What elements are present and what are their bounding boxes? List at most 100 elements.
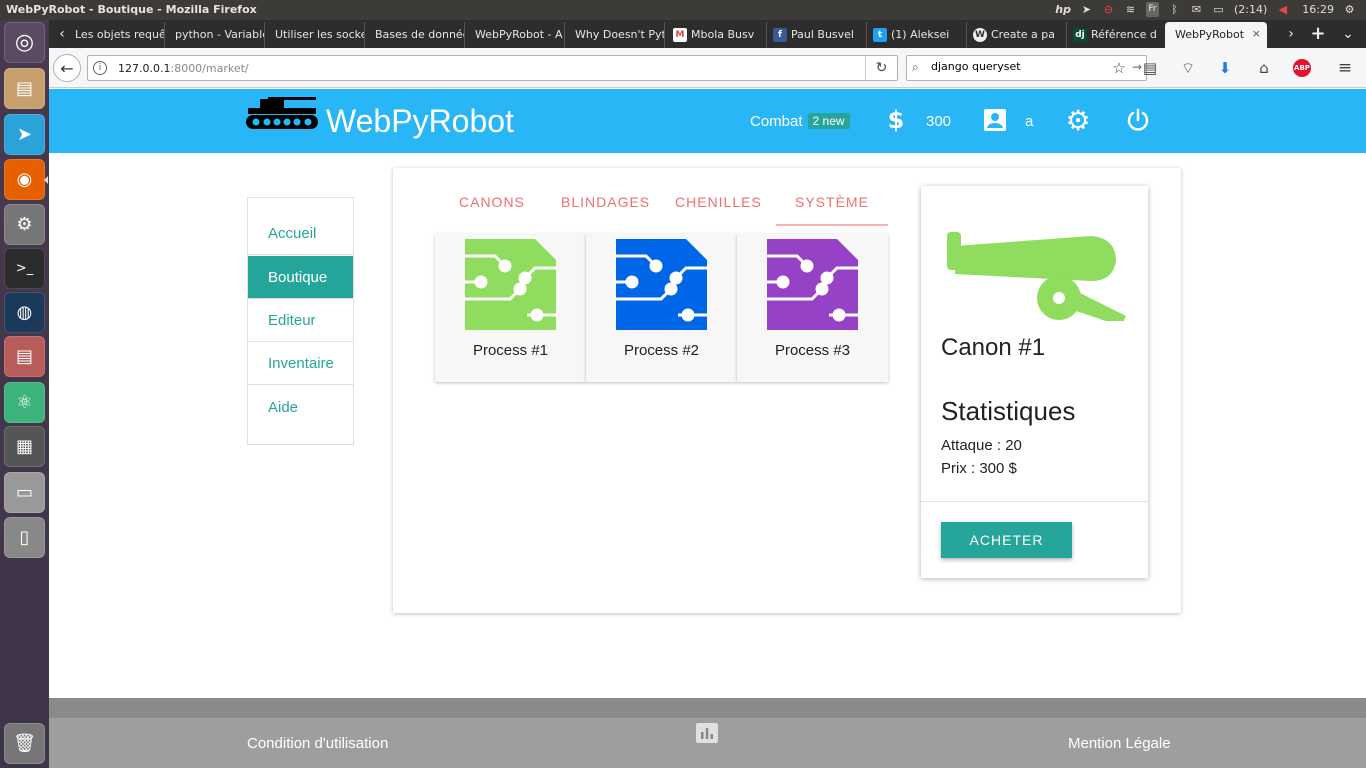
bar-chart-icon[interactable]: [696, 723, 718, 743]
browser-tab[interactable]: python - Variable: [165, 22, 265, 48]
cannon-icon: [947, 232, 1126, 321]
volume-icon[interactable]: ◀: [1276, 2, 1289, 17]
download-icon[interactable]: ⬇: [1215, 57, 1235, 79]
process-card[interactable]: Process #3: [737, 234, 888, 382]
clock[interactable]: 16:29: [1302, 2, 1334, 17]
browser-tab[interactable]: Why Doesn't Pyt: [565, 22, 665, 48]
sidebar-item-aide[interactable]: Aide: [248, 386, 353, 429]
process-card[interactable]: Process #2: [586, 234, 737, 382]
do-not-disturb-icon[interactable]: ⊖: [1102, 2, 1115, 17]
stat-price: Prix : 300 $: [941, 460, 1017, 477]
firefox-icon[interactable]: ◉: [4, 159, 45, 200]
buy-button[interactable]: Acheter: [941, 522, 1072, 558]
back-button[interactable]: ←: [53, 54, 81, 82]
sidebar-item-accueil[interactable]: Accueil: [248, 212, 353, 255]
keyboard-layout-indicator[interactable]: Fr: [1146, 2, 1159, 17]
process-label: Process #2: [623, 342, 700, 359]
chip-icon: [465, 239, 556, 330]
archive-manager-icon[interactable]: ▤: [4, 336, 45, 377]
terms-link[interactable]: Condition d'utilisation: [247, 735, 388, 752]
combat-link[interactable]: Combat 2 new: [750, 113, 850, 130]
combat-new-badge: 2 new: [807, 113, 850, 129]
stat-attack: Attaque : 20: [941, 437, 1022, 454]
bookmark-star-icon[interactable]: ☆: [1109, 57, 1129, 79]
search-input[interactable]: [931, 60, 1121, 73]
tab-blindages[interactable]: Blindages: [561, 194, 650, 210]
usb-drive-icon[interactable]: ▯: [4, 517, 45, 558]
battery-icon[interactable]: ▭: [1212, 2, 1225, 17]
terminal-icon[interactable]: >_: [4, 248, 45, 289]
legal-notice-link[interactable]: Mention Légale: [1068, 735, 1171, 752]
ubuntu-launcher: ◎ ▤ ➤ ◉ ⚙ >_ ◍ ▤ ⚛ ▦ ▭ ▯ 🗑: [0, 20, 49, 768]
trash-icon[interactable]: 🗑: [4, 723, 45, 764]
telegram-icon[interactable]: ➤: [1080, 2, 1093, 17]
browser-tab-active[interactable]: WebPyRobot ×: [1165, 22, 1267, 48]
site-info-icon[interactable]: i: [93, 61, 107, 75]
close-tab-icon[interactable]: ×: [1252, 27, 1261, 40]
steam-icon[interactable]: ◍: [4, 292, 45, 333]
workspace-switcher-icon[interactable]: ▦: [4, 426, 45, 467]
drive-icon[interactable]: ▭: [4, 472, 45, 513]
file-manager-icon[interactable]: ▤: [4, 68, 45, 109]
browser-tab[interactable]: WebPyRobot - A: [465, 22, 565, 48]
tab-label: Paul Busvel: [791, 28, 854, 41]
browser-tab[interactable]: W Create a pa: [967, 22, 1067, 48]
browser-tab[interactable]: Utiliser les socke: [265, 22, 365, 48]
site-header: WebPyRobot Combat 2 new $ 300 a ⚙: [49, 89, 1366, 153]
wifi-icon[interactable]: ≋: [1124, 2, 1137, 17]
tab-scroll-right-button[interactable]: ›: [1280, 22, 1302, 48]
tab-label: Why Doesn't Pyt: [575, 28, 665, 41]
battery-time[interactable]: (2:14): [1234, 2, 1267, 17]
sidebar-item-boutique[interactable]: Boutique: [248, 256, 353, 299]
account-icon[interactable]: [981, 106, 1009, 134]
url-bar[interactable]: i 127.0.0.1:8000/market/ ↻: [87, 55, 898, 81]
item-name: Canon #1: [941, 334, 1046, 361]
tab-canons[interactable]: Canons: [459, 194, 525, 210]
footer-top-strip: [49, 698, 1366, 718]
browser-tab[interactable]: Bases de donnée: [365, 22, 465, 48]
system-settings-icon[interactable]: ⚙: [4, 204, 45, 245]
sidebar-item-editeur[interactable]: Editeur: [248, 299, 353, 342]
tab-systeme[interactable]: Système: [795, 194, 869, 210]
telegram-app-icon[interactable]: ➤: [4, 114, 45, 155]
pocket-icon[interactable]: ⌔: [1178, 57, 1198, 79]
tab-chenilles[interactable]: Chenilles: [675, 194, 762, 210]
chip-icon: [616, 239, 707, 330]
bluetooth-icon[interactable]: ᛒ: [1168, 2, 1181, 17]
browser-tab[interactable]: Les objets requê: [65, 22, 165, 48]
new-tab-button[interactable]: +: [1307, 22, 1329, 48]
combat-label: Combat: [750, 113, 803, 130]
browser-tab[interactable]: f Paul Busvel: [767, 22, 867, 48]
tab-label: Create a pa: [991, 28, 1056, 41]
os-top-panel: WebPyRobot - Boutique - Mozilla Firefox …: [0, 0, 1366, 20]
process-card[interactable]: Process #1: [435, 234, 586, 382]
process-label: Process #3: [774, 342, 851, 359]
home-icon[interactable]: ⌂: [1254, 57, 1274, 79]
chip-icon: [767, 239, 858, 330]
username[interactable]: a: [1025, 113, 1033, 130]
ubuntu-dash-icon[interactable]: ◎: [4, 22, 45, 63]
active-tab-indicator: [776, 224, 888, 226]
atom-icon[interactable]: ⚛: [4, 382, 45, 423]
session-gear-icon[interactable]: ⚙: [1343, 2, 1356, 17]
reading-list-icon[interactable]: ▤: [1140, 57, 1160, 79]
logout-power-icon[interactable]: [1124, 106, 1152, 134]
menu-icon[interactable]: ≡: [1335, 57, 1355, 79]
adblock-icon[interactable]: ABP: [1292, 57, 1312, 79]
url-text: 127.0.0.1:8000/market/: [118, 62, 249, 75]
process-label: Process #1: [472, 342, 549, 359]
browser-tab[interactable]: t (1) Aleksei: [867, 22, 967, 48]
browser-tab[interactable]: dj Référence d: [1067, 22, 1167, 48]
mail-icon[interactable]: ✉: [1190, 2, 1203, 17]
reload-icon[interactable]: ↻: [865, 56, 897, 80]
hp-icon[interactable]: hp: [1055, 2, 1071, 17]
system-indicators: hp ➤ ⊖ ≋ Fr ᛒ ✉ ▭ (2:14) ◀ 16:29 ⚙: [1055, 2, 1356, 17]
tab-label: Mbola Busv: [691, 28, 755, 41]
brand-title[interactable]: WebPyRobot: [326, 103, 514, 140]
django-icon: dj: [1073, 28, 1087, 42]
sidebar-item-inventaire[interactable]: Inventaire: [248, 342, 353, 385]
tank-logo-icon[interactable]: [246, 95, 318, 135]
browser-tab[interactable]: M Mbola Busv: [667, 22, 767, 48]
tab-list-button[interactable]: ⌄: [1337, 22, 1359, 48]
settings-gear-icon[interactable]: ⚙: [1064, 104, 1092, 137]
